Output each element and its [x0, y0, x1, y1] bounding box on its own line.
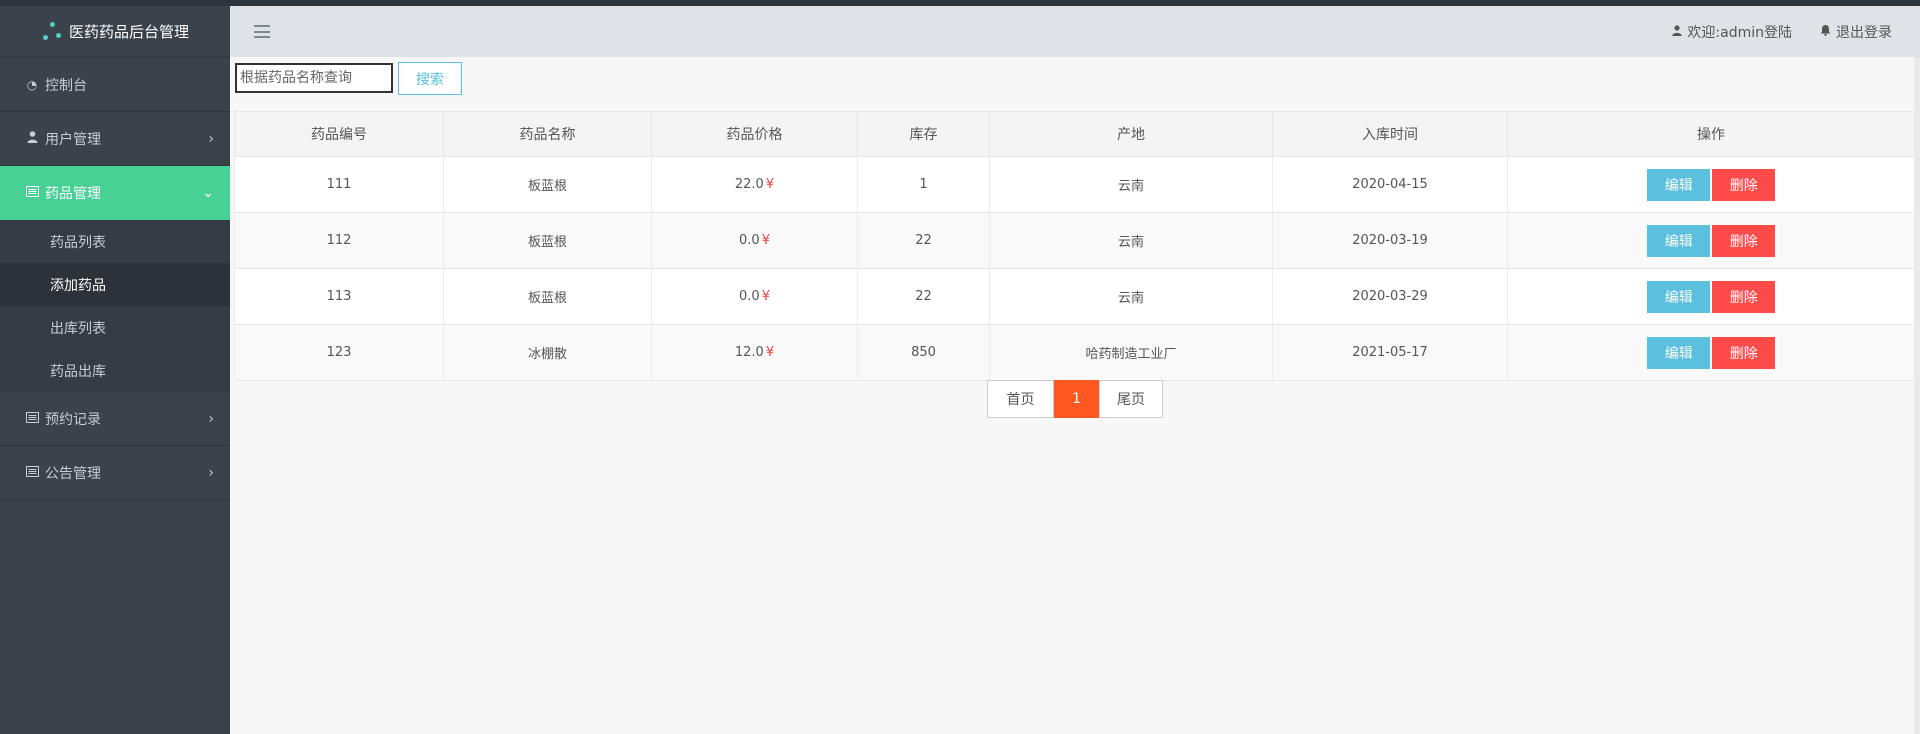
sidebar-item-dashboard[interactable]: ◔ 控制台 — [0, 58, 230, 112]
search-input[interactable] — [235, 63, 393, 93]
search-button[interactable]: 搜索 — [398, 62, 462, 95]
chevron-down-icon: ⌄ — [202, 185, 214, 201]
cell-origin: 云南 — [989, 156, 1273, 213]
delete-button[interactable]: 删除 — [1712, 336, 1776, 369]
cell-price: 22.0 ¥ — [651, 156, 858, 213]
delete-button[interactable]: 删除 — [1712, 280, 1776, 313]
sidebar-item-appointments[interactable]: 预约记录 › — [0, 392, 230, 446]
table-row: 111 板蓝根 22.0 ¥ 1 云南 2020-04-15 编辑 删除 — [234, 156, 1915, 213]
delete-button[interactable]: 删除 — [1712, 168, 1776, 201]
table-row: 113 板蓝根 0.0 ¥ 22 云南 2020-03-29 编辑 删除 — [234, 268, 1915, 325]
sidebar-subitem-add-medicine[interactable]: 添加药品 — [0, 263, 230, 306]
sidebar-item-label: 用户管理 — [45, 131, 101, 148]
list-icon — [25, 465, 39, 480]
welcome-text: 欢迎:admin登陆 — [1687, 24, 1792, 41]
logout-text: 退出登录 — [1836, 24, 1892, 41]
sidebar-subitem-medicine-list[interactable]: 药品列表 — [0, 220, 230, 263]
user-icon — [1672, 24, 1683, 39]
current-page-button[interactable]: 1 — [1054, 380, 1099, 418]
column-header: 药品编号 — [234, 111, 444, 157]
cell-date: 2020-03-19 — [1272, 212, 1508, 269]
cell-origin: 云南 — [989, 268, 1273, 325]
list-icon — [25, 186, 39, 200]
column-header: 入库时间 — [1272, 111, 1508, 157]
sidebar-item-medicine[interactable]: 药品管理 ⌄ — [0, 166, 230, 220]
table-row: 123 冰棚散 12.0 ¥ 850 哈药制造工业厂 2021-05-17 编辑删… — [234, 324, 1915, 381]
cell-stock: 1 — [857, 156, 990, 213]
cell-name: 板蓝根 — [443, 268, 652, 325]
column-header: 药品价格 — [651, 111, 858, 157]
cell-origin: 哈药制造工业厂 — [989, 324, 1273, 381]
dashboard-icon: ◔ — [26, 77, 38, 92]
column-header: 库存 — [857, 111, 990, 157]
column-header: 药品名称 — [443, 111, 652, 157]
cell-stock: 22 — [857, 212, 990, 269]
last-page-button[interactable]: 尾页 — [1099, 380, 1163, 418]
currency-symbol: ¥ — [765, 177, 775, 192]
top-header: 欢迎:admin登陆 退出登录 — [230, 6, 1920, 57]
menu-toggle-icon[interactable] — [254, 25, 270, 38]
cell-price: 12.0 ¥ — [651, 324, 858, 381]
edit-button[interactable]: 编辑 — [1647, 224, 1711, 257]
cell-origin: 云南 — [989, 212, 1273, 269]
cell-actions: 编辑 删除 — [1507, 324, 1915, 381]
cell-actions: 编辑 删除 — [1507, 156, 1915, 213]
sidebar: 医药药品后台管理 ◔ 控制台 用户管理 › 药品管理 ⌄ 药品列表 添加药品 出… — [0, 6, 230, 734]
chevron-right-icon: › — [208, 410, 214, 427]
chevron-right-icon: › — [208, 464, 214, 481]
logout-link[interactable]: 退出登录 — [1820, 22, 1892, 42]
table-row: 112 板蓝根 0.0 ¥ 22 云南 2020-03-19 编辑 删除 — [234, 212, 1915, 269]
cell-date: 2020-04-15 — [1272, 156, 1508, 213]
sidebar-item-label: 预约记录 — [45, 411, 101, 428]
welcome-user[interactable]: 欢迎:admin登陆 — [1672, 22, 1792, 42]
cell-price: 0.0 ¥ — [651, 212, 858, 269]
sidebar-item-users[interactable]: 用户管理 › — [0, 112, 230, 166]
cell-name: 冰棚散 — [443, 324, 652, 381]
column-header: 操作 — [1507, 111, 1915, 157]
cell-name: 板蓝根 — [443, 212, 652, 269]
edit-button[interactable]: 编辑 — [1647, 336, 1711, 369]
sidebar-item-label: 药品管理 — [45, 186, 101, 202]
vertical-scrollbar[interactable] — [1914, 57, 1920, 734]
logo-icon — [41, 21, 63, 43]
sidebar-item-label: 公告管理 — [45, 465, 101, 482]
user-icon — [25, 131, 39, 146]
currency-symbol: ¥ — [761, 233, 770, 248]
cell-name: 板蓝根 — [443, 156, 652, 213]
sidebar-subitem-medicine-outbound[interactable]: 药品出库 — [0, 349, 230, 392]
cell-date: 2020-03-29 — [1272, 268, 1508, 325]
delete-button[interactable]: 删除 — [1712, 224, 1776, 257]
table-header-row: 药品编号 药品名称 药品价格 库存 产地 入库时间 操作 — [234, 111, 1915, 157]
cell-stock: 22 — [857, 268, 990, 325]
cell-date: 2021-05-17 — [1272, 324, 1508, 381]
currency-symbol: ¥ — [761, 289, 770, 304]
cell-id: 112 — [234, 212, 444, 269]
list-icon — [25, 411, 39, 426]
cell-id: 111 — [234, 156, 444, 213]
currency-symbol: ¥ — [765, 345, 775, 360]
cell-stock: 850 — [857, 324, 990, 381]
cell-actions: 编辑 删除 — [1507, 268, 1915, 325]
bell-icon — [1820, 24, 1831, 39]
sidebar-subitem-outbound-list[interactable]: 出库列表 — [0, 306, 230, 349]
cell-price: 0.0 ¥ — [651, 268, 858, 325]
column-header: 产地 — [989, 111, 1273, 157]
cell-actions: 编辑 删除 — [1507, 212, 1915, 269]
app-logo[interactable]: 医药药品后台管理 — [0, 6, 230, 58]
app-title: 医药药品后台管理 — [68, 23, 189, 41]
chevron-right-icon: › — [208, 130, 214, 147]
cell-id: 123 — [234, 324, 444, 381]
sidebar-item-announcements[interactable]: 公告管理 › — [0, 446, 230, 500]
sidebar-item-label: 控制台 — [45, 77, 87, 94]
cell-id: 113 — [234, 268, 444, 325]
pagination: 首页 1 尾页 — [987, 380, 1163, 418]
edit-button[interactable]: 编辑 — [1647, 280, 1711, 313]
edit-button[interactable]: 编辑 — [1647, 168, 1711, 201]
medicine-table: 药品编号 药品名称 药品价格 库存 产地 入库时间 操作 111 板蓝根 22.… — [234, 111, 1915, 381]
first-page-button[interactable]: 首页 — [987, 380, 1054, 418]
